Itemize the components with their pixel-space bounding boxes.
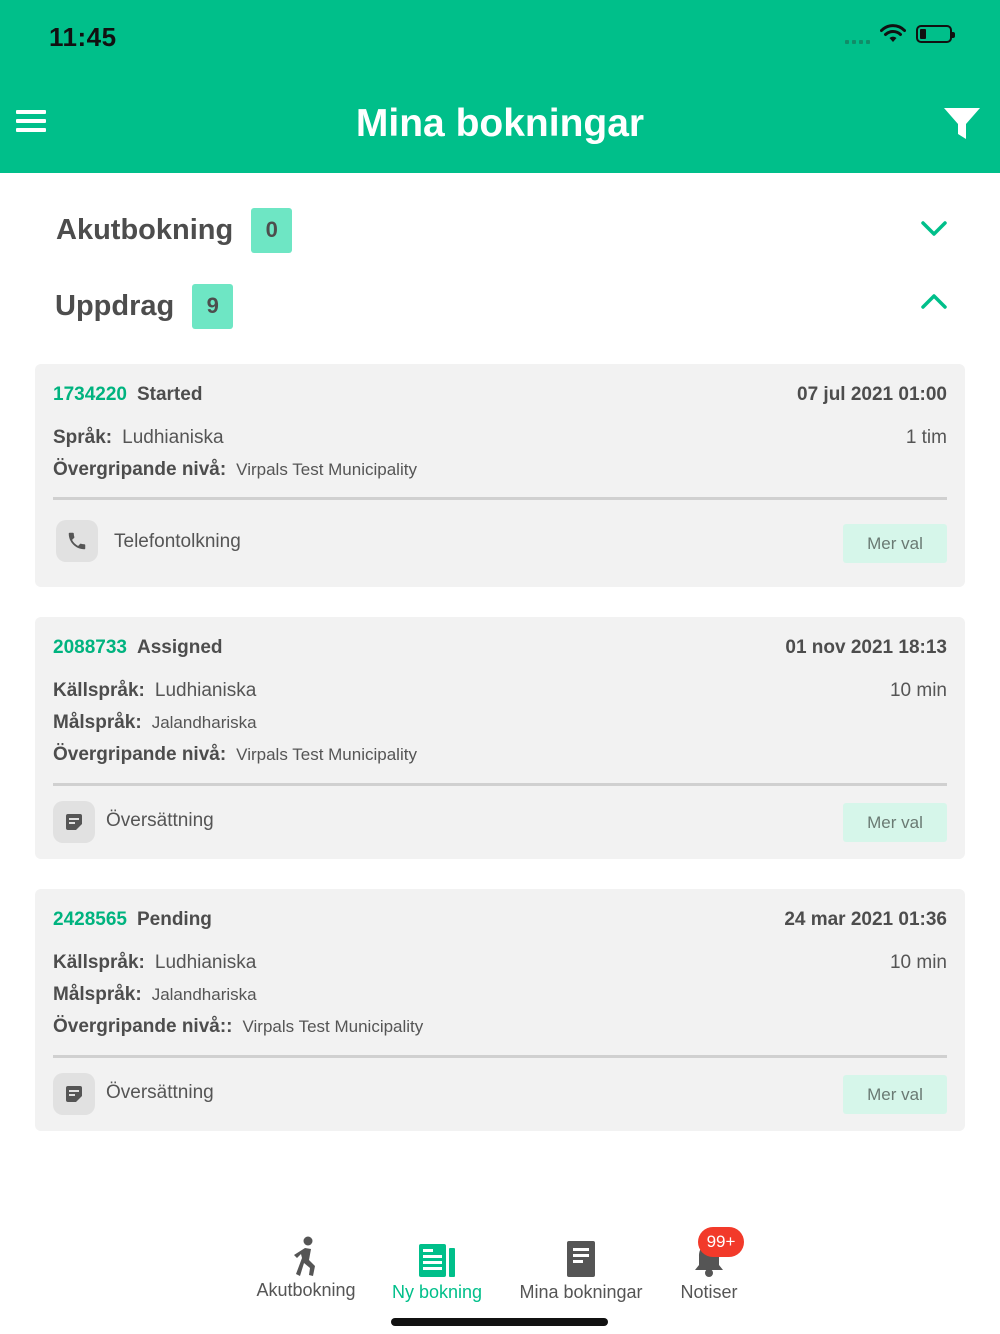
more-options-button[interactable]: Mer val: [843, 524, 947, 563]
info-row: Övergripande nivå: Virpals Test Municipal…: [53, 744, 947, 768]
info-value: Virpals Test Municipality: [236, 745, 417, 764]
info-row: Övergripande nivå: Virpals Test Municipal…: [53, 459, 947, 483]
info-row: Målspråk: Jalandhariska: [53, 712, 947, 736]
tab-mina-bokningar[interactable]: Mina bokningar: [514, 1232, 648, 1303]
divider: [53, 783, 947, 786]
info-value: Virpals Test Municipality: [242, 1017, 424, 1036]
info-row: Språk: Ludhianiska 1 tim: [53, 427, 947, 451]
count-badge: 9: [192, 283, 234, 329]
info-value: Ludhianiska: [122, 427, 224, 448]
document-edit-icon: [53, 801, 95, 843]
section-label: Akutbokning: [56, 213, 234, 246]
info-label: Målspråk:: [53, 984, 142, 1005]
service-type: Översättning: [106, 1082, 214, 1103]
booking-id: 2088733: [53, 637, 127, 658]
chevron-up-icon[interactable]: [920, 291, 948, 313]
filter-icon[interactable]: [942, 106, 982, 142]
status-time: 11:45: [49, 22, 117, 52]
tab-notiser[interactable]: 99+ Notiser: [676, 1227, 744, 1303]
info-value: Jalandhariska: [151, 985, 257, 1004]
home-indicator: [391, 1318, 608, 1326]
info-row: Övergripande nivå:: Virpals Test Municipa…: [53, 1016, 947, 1040]
tab-label: Mina bokningar: [519, 1282, 643, 1302]
bell-icon: 99+: [676, 1227, 744, 1278]
tab-ny-bokning[interactable]: Ny bokning: [386, 1232, 488, 1303]
info-row: Källspråk: Ludhianiska 10 min: [53, 952, 947, 976]
booking-card[interactable]: 2088733 Assigned 01 nov 2021 18:13 Källsp…: [35, 617, 965, 859]
info-value: Ludhianiska: [154, 952, 257, 973]
info-label: Målspråk:: [53, 712, 142, 733]
info-row: Målspråk: Jalandhariska: [53, 984, 947, 1008]
signal-icon: [845, 24, 870, 44]
card-header: 1734220 Started 07 jul 2021 01:00: [53, 384, 947, 410]
booking-status: Pending: [136, 909, 212, 930]
booking-card[interactable]: 2428565 Pending 24 mar 2021 01:36 Källspr…: [35, 889, 965, 1131]
chevron-down-icon[interactable]: [920, 217, 948, 239]
info-row: Källspråk: Ludhianiska 10 min: [53, 680, 947, 704]
info-value: Jalandhariska: [151, 713, 257, 732]
info-label: Språk:: [53, 427, 113, 448]
card-header: 2428565 Pending 24 mar 2021 01:36: [53, 909, 947, 935]
booking-id: 2428565: [53, 909, 127, 930]
info-value: Virpals Test Municipality: [236, 460, 417, 479]
info-label: Övergripande nivå::: [53, 1016, 233, 1037]
more-options-button[interactable]: Mer val: [843, 803, 947, 842]
tab-akutbokning[interactable]: Akutbokning: [250, 1232, 362, 1301]
service-type: Telefontolkning: [114, 531, 241, 552]
new-booking-icon: [386, 1232, 488, 1278]
booking-date: 07 jul 2021 01:00: [797, 384, 947, 405]
info-label: Övergripande nivå:: [53, 744, 227, 765]
document-icon: [514, 1232, 648, 1278]
booking-date: 24 mar 2021 01:36: [784, 909, 947, 930]
duration: 10 min: [889, 952, 947, 973]
booking-card[interactable]: 1734220 Started 07 jul 2021 01:00 Språk: L…: [35, 364, 965, 587]
tab-label: Notiser: [680, 1282, 738, 1302]
divider: [53, 1055, 947, 1058]
page-title: Mina bokningar: [355, 102, 645, 145]
battery-icon: [916, 25, 955, 43]
more-options-button[interactable]: Mer val: [843, 1075, 947, 1114]
info-label: Källspråk:: [53, 952, 145, 973]
walking-person-icon: [250, 1232, 362, 1278]
tab-label: Akutbokning: [256, 1280, 356, 1300]
card-header: 2088733 Assigned 01 nov 2021 18:13: [53, 637, 947, 663]
notification-badge: 99+: [698, 1227, 744, 1257]
service-type: Översättning: [106, 810, 214, 831]
info-value: Ludhianiska: [154, 680, 257, 701]
divider: [53, 497, 947, 500]
app-header: 11:45 Mina bokningar: [0, 0, 1000, 173]
tab-label: Ny bokning: [391, 1282, 483, 1302]
booking-date: 01 nov 2021 18:13: [785, 637, 947, 658]
section-uppdrag[interactable]: Uppdrag 9: [55, 281, 948, 331]
section-akutbokning[interactable]: Akutbokning 0: [56, 205, 948, 255]
info-label: Övergripande nivå:: [53, 459, 227, 480]
section-label: Uppdrag: [55, 289, 175, 322]
count-badge: 0: [251, 207, 293, 253]
duration: 1 tim: [905, 427, 947, 448]
duration: 10 min: [889, 680, 947, 701]
info-label: Källspråk:: [53, 680, 145, 701]
document-edit-icon: [53, 1073, 95, 1115]
booking-status: Started: [136, 384, 203, 405]
wifi-icon: [880, 24, 906, 42]
phone-icon: [56, 520, 98, 562]
booking-id: 1734220: [53, 384, 127, 405]
booking-status: Assigned: [136, 637, 223, 658]
status-icons: [845, 24, 955, 44]
